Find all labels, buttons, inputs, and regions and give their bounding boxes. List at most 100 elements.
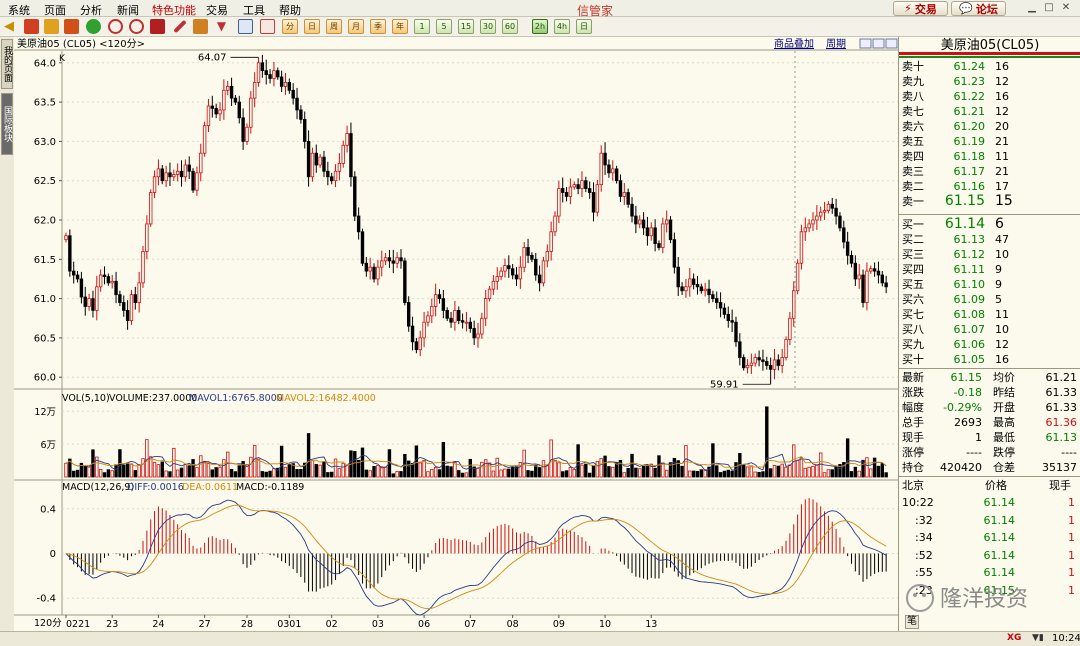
- bid-level[interactable]: 买二 61.13 47: [899, 232, 1080, 247]
- level-qty: 21: [995, 135, 1009, 148]
- ask-level[interactable]: 卖三 61.17 21: [899, 164, 1080, 179]
- chart-area[interactable]: 60.0 60.5 61.0 61.5 62.0 62.5 63.0 63.5 64.0 64.0…: [14, 37, 898, 631]
- status-time: 10:24: [1052, 633, 1080, 644]
- zoom-in-icon[interactable]: [108, 19, 123, 34]
- candle-body: [818, 211, 823, 217]
- kline-chart[interactable]: 60.0 60.5 61.0 61.5 62.0 62.5 63.0 63.5 64.0 64.0…: [14, 37, 898, 631]
- forum-button[interactable]: 💬 论坛: [951, 1, 1006, 16]
- volume-tick-12w: 12万: [34, 407, 56, 418]
- ask-level[interactable]: 卖四 61.18 11: [899, 149, 1080, 164]
- volume-bar: [815, 464, 819, 478]
- period-button-1[interactable]: 1: [414, 19, 430, 34]
- home-icon[interactable]: [24, 19, 39, 34]
- volume-bar: [484, 459, 488, 478]
- menu-page[interactable]: 页面: [44, 2, 66, 18]
- period-quarter-button[interactable]: 季: [370, 19, 386, 34]
- side-tab-my-page[interactable]: 我的页面: [1, 39, 13, 89]
- volume-bar: [191, 459, 195, 478]
- forum-button-label: 论坛: [975, 2, 998, 16]
- bid-level[interactable]: 买六 61.09 5: [899, 292, 1080, 307]
- volume-bar: [137, 464, 141, 478]
- candle-body: [872, 268, 877, 272]
- macd-tick-label: -0.4: [36, 594, 56, 605]
- table-icon[interactable]: [238, 19, 253, 34]
- ask-level[interactable]: 卖五 61.19 21: [899, 134, 1080, 149]
- period-button-day[interactable]: 日: [576, 19, 592, 34]
- minimize-icon[interactable]: ▁: [1026, 2, 1038, 14]
- filter-icon[interactable]: ▼: [214, 19, 229, 34]
- level-price: 61.10: [953, 278, 986, 291]
- period-button-30[interactable]: 30: [480, 19, 496, 34]
- tick-time: :34: [915, 531, 933, 545]
- trade-button[interactable]: ⚡ 交易: [893, 1, 948, 16]
- layout-icon-1[interactable]: [859, 38, 872, 49]
- period-link[interactable]: 周期: [826, 38, 846, 50]
- ask-level[interactable]: 卖一 61.15 15: [899, 194, 1080, 209]
- tick-time: 10:22: [902, 496, 934, 509]
- menu-tools[interactable]: 工具: [243, 2, 265, 18]
- candle-body: [480, 317, 484, 335]
- layout-icon-3[interactable]: [885, 38, 898, 49]
- candle-body: [703, 288, 707, 292]
- report-icon[interactable]: [64, 19, 79, 34]
- period-button-15[interactable]: 15: [458, 19, 474, 34]
- candle-body: [510, 268, 515, 276]
- close-icon[interactable]: ✕: [1060, 2, 1072, 14]
- ask-level[interactable]: 卖二 61.16 17: [899, 179, 1080, 194]
- side-tab-international[interactable]: 国际板块: [1, 93, 13, 155]
- period-tick-button[interactable]: 分: [282, 19, 298, 34]
- highlighter-icon[interactable]: [193, 19, 208, 34]
- bid-level[interactable]: 买九 61.06 12: [899, 337, 1080, 352]
- period-button-4h[interactable]: 4h: [554, 19, 570, 34]
- ask-level[interactable]: 卖十 61.24 16: [899, 59, 1080, 74]
- menu-analysis[interactable]: 分析: [80, 2, 102, 18]
- level-label: 卖六: [902, 120, 924, 133]
- draw-line-icon[interactable]: [150, 19, 165, 34]
- menu-help[interactable]: 帮助: [279, 2, 301, 18]
- bid-level[interactable]: 买十 61.05 16: [899, 352, 1080, 367]
- period-day-button[interactable]: 日: [304, 19, 320, 34]
- bid-level[interactable]: 买四 61.11 9: [899, 262, 1080, 277]
- candle-body: [453, 309, 457, 323]
- menu-features[interactable]: 特色功能: [152, 2, 196, 18]
- ask-level[interactable]: 卖八 61.22 16: [899, 89, 1080, 104]
- period-button-5[interactable]: 5: [436, 19, 452, 34]
- volume-bar: [530, 470, 534, 478]
- candle-body: [684, 286, 688, 292]
- bid-level[interactable]: 买三 61.12 10: [899, 247, 1080, 262]
- menu-system[interactable]: 系统: [8, 2, 30, 18]
- volume-bar: [195, 467, 199, 478]
- period-month-button[interactable]: 月: [348, 19, 364, 34]
- volume-bar: [414, 445, 419, 478]
- ask-level[interactable]: 卖六 61.20 20: [899, 119, 1080, 134]
- line-chart-icon[interactable]: [260, 19, 275, 34]
- zoom-out-icon[interactable]: [129, 19, 144, 34]
- candle-body: [387, 257, 392, 262]
- ask-level[interactable]: 卖九 61.23 12: [899, 74, 1080, 89]
- candle-body: [233, 97, 238, 103]
- pencil-icon[interactable]: [173, 19, 187, 34]
- period-year-button[interactable]: 年: [392, 19, 408, 34]
- volume-bar: [510, 466, 515, 478]
- refresh-icon[interactable]: [86, 19, 101, 34]
- menu-news[interactable]: 新闻: [117, 2, 139, 18]
- bid-level[interactable]: 买七 61.08 11: [899, 307, 1080, 322]
- overlay-link[interactable]: 商品叠加: [774, 37, 814, 50]
- candle-body: [730, 320, 734, 323]
- bid-level[interactable]: 买一 61.14 6: [899, 217, 1080, 232]
- period-week-button[interactable]: 周: [326, 19, 342, 34]
- maximize-icon[interactable]: □: [1043, 2, 1055, 14]
- ask-level[interactable]: 卖七 61.21 12: [899, 104, 1080, 119]
- candle-body: [614, 168, 619, 182]
- menu-trade[interactable]: 交易: [206, 2, 228, 18]
- folder-icon[interactable]: [44, 19, 59, 34]
- back-arrow-icon[interactable]: ◀: [4, 19, 19, 34]
- candle-body: [399, 257, 403, 262]
- price-tick-label: 60.5: [34, 333, 56, 344]
- period-button-60[interactable]: 60: [502, 19, 518, 34]
- bid-level[interactable]: 买八 61.07 10: [899, 322, 1080, 337]
- bid-level[interactable]: 买五 61.10 9: [899, 277, 1080, 292]
- period-button-2h[interactable]: 2h: [532, 19, 548, 34]
- volume-bar: [449, 466, 453, 478]
- layout-icon-2[interactable]: [872, 38, 885, 49]
